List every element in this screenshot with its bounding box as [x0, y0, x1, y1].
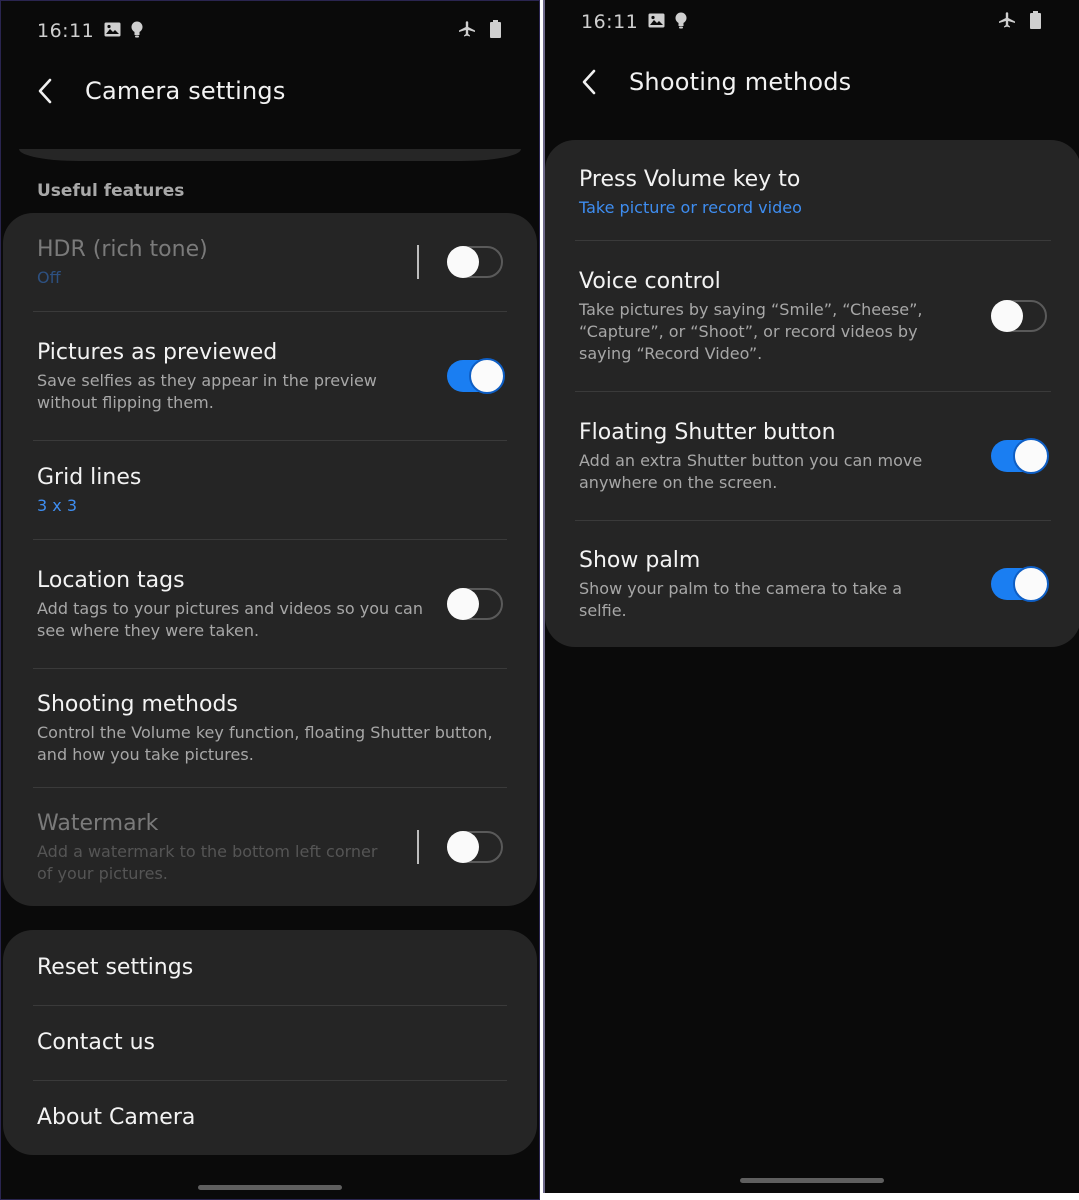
about-camera-item[interactable]: About Camera	[3, 1081, 537, 1155]
item-label: Reset settings	[37, 954, 194, 980]
toggle-knob	[447, 831, 479, 863]
pictures-as-previewed-toggle[interactable]	[447, 358, 505, 394]
setting-location-tags[interactable]: Location tags Add tags to your pictures …	[3, 540, 537, 668]
setting-floating-shutter-button[interactable]: Floating Shutter button Add an extra Shu…	[545, 392, 1079, 520]
setting-title: HDR (rich tone)	[37, 236, 208, 262]
setting-description: Control the Volume key function, floatin…	[37, 722, 493, 764]
voice-control-toggle[interactable]	[991, 300, 1047, 332]
app-bar: Shooting methods	[581, 60, 851, 104]
page-title: Camera settings	[85, 77, 286, 105]
setting-title: Show palm	[579, 547, 701, 573]
floating-shutter-toggle[interactable]	[991, 438, 1049, 474]
section-header-useful-features: Useful features	[37, 181, 185, 201]
page-title: Shooting methods	[629, 68, 852, 96]
setting-description: Take pictures by saying “Smile”, “Cheese…	[579, 299, 923, 363]
setting-hdr[interactable]: HDR (rich tone) Off	[3, 213, 537, 311]
setting-shooting-methods[interactable]: Shooting methods Control the Volume key …	[3, 669, 537, 787]
toggle-knob	[991, 300, 1023, 332]
app-bar: Camera settings	[37, 69, 286, 113]
setting-value: Off	[37, 267, 61, 287]
battery-icon	[490, 20, 501, 42]
home-indicator[interactable]	[198, 1185, 342, 1190]
gallery-icon	[648, 13, 665, 32]
setting-description: Show your palm to the camera to take a s…	[579, 578, 903, 620]
back-button[interactable]	[37, 71, 63, 111]
setting-voice-control[interactable]: Voice control Take pictures by saying “S…	[545, 241, 1079, 391]
watermark-toggle[interactable]	[447, 831, 503, 863]
row-separator	[417, 245, 419, 279]
item-label: About Camera	[37, 1105, 196, 1130]
row-separator	[417, 830, 419, 864]
back-button[interactable]	[581, 62, 607, 102]
setting-description: Add a watermark to the bottom left corne…	[37, 841, 378, 883]
setting-description: Save selfies as they appear in the previ…	[37, 370, 377, 412]
status-time: 16:11	[581, 11, 639, 33]
setting-title: Grid lines	[37, 464, 142, 490]
setting-watermark[interactable]: Watermark Add a watermark to the bottom …	[3, 788, 537, 906]
contact-us-item[interactable]: Contact us	[3, 1006, 537, 1080]
setting-description: Add an extra Shutter button you can move…	[579, 450, 923, 492]
setting-value: Take picture or record video	[579, 197, 802, 217]
status-bar: 16:11	[37, 15, 501, 47]
toggle-knob	[1013, 438, 1049, 474]
bulb-icon	[131, 21, 143, 42]
setting-description: Add tags to your pictures and videos so …	[37, 598, 423, 640]
battery-icon	[1030, 11, 1041, 33]
chevron-left-icon	[38, 78, 52, 104]
gallery-icon	[104, 22, 121, 41]
toggle-knob	[1013, 566, 1049, 602]
location-tags-toggle[interactable]	[447, 588, 503, 620]
show-palm-toggle[interactable]	[991, 566, 1049, 602]
setting-title: Pictures as previewed	[37, 339, 278, 365]
setting-press-volume-key[interactable]: Press Volume key to Take picture or reco…	[545, 140, 1079, 240]
toggle-knob	[447, 588, 479, 620]
setting-title: Press Volume key to	[579, 166, 801, 192]
chevron-left-icon	[582, 69, 596, 95]
setting-title: Shooting methods	[37, 691, 238, 717]
toggle-knob	[469, 358, 505, 394]
setting-show-palm[interactable]: Show palm Show your palm to the camera t…	[545, 521, 1079, 647]
other-settings-card: Reset settings Contact us About Camera	[3, 930, 537, 1155]
camera-settings-screen: 16:11 Camera settings Useful features HD…	[0, 0, 540, 1200]
airplane-mode-icon	[998, 11, 1016, 33]
setting-title: Voice control	[579, 268, 721, 294]
shooting-methods-card: Press Volume key to Take picture or reco…	[545, 140, 1079, 647]
setting-value: 3 x 3	[37, 495, 77, 515]
setting-grid-lines[interactable]: Grid lines 3 x 3	[3, 441, 537, 539]
home-indicator[interactable]	[740, 1178, 884, 1183]
useful-features-card: HDR (rich tone) Off Pictures as previewe…	[3, 213, 537, 906]
reset-settings-item[interactable]: Reset settings	[3, 930, 537, 1005]
status-time: 16:11	[37, 20, 95, 42]
item-label: Contact us	[37, 1030, 155, 1055]
shooting-methods-screen: 16:11 Shooting methods Press Volume key …	[543, 0, 1079, 1193]
setting-title: Floating Shutter button	[579, 419, 836, 445]
previous-card-edge	[19, 149, 521, 161]
setting-pictures-as-previewed[interactable]: Pictures as previewed Save selfies as th…	[3, 312, 537, 440]
bulb-icon	[675, 12, 687, 33]
status-bar: 16:11	[581, 6, 1041, 38]
airplane-mode-icon	[458, 20, 476, 42]
toggle-knob	[447, 246, 479, 278]
setting-title: Location tags	[37, 567, 185, 593]
hdr-toggle[interactable]	[447, 246, 503, 278]
setting-title: Watermark	[37, 810, 159, 836]
